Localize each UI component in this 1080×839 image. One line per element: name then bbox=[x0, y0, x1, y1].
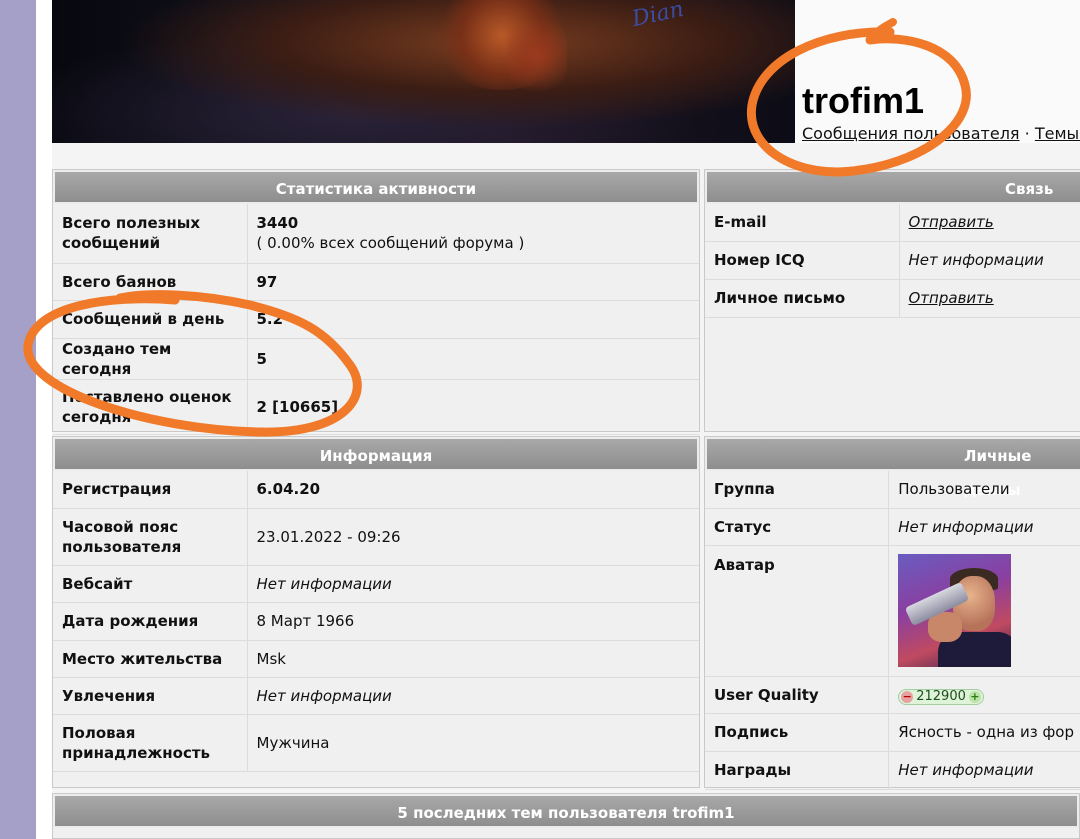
row-value: 97 bbox=[247, 263, 699, 301]
row-label: Создано тем сегодня bbox=[53, 338, 248, 380]
row-value: 3440( 0.00% всех сообщений форума ) bbox=[247, 204, 699, 264]
email-send-link[interactable]: Отправить bbox=[909, 213, 994, 231]
row-value: Нет информации bbox=[888, 751, 1080, 790]
table-row: Награды Нет информации bbox=[705, 751, 1080, 790]
table-row: Место жительства Msk bbox=[53, 640, 699, 678]
user-quality-badge: − 212900 + bbox=[898, 688, 984, 705]
table-row: Поставлено оценок сегодня 2 [10665] bbox=[53, 379, 699, 435]
total-posts-share: ( 0.00% всех сообщений форума ) bbox=[256, 234, 525, 253]
personal-panel-title: Личные данны bbox=[705, 437, 1080, 499]
activity-table: Всего полезных сообщений 3440( 0.00% все… bbox=[53, 204, 699, 435]
row-value: 5.2 bbox=[247, 300, 699, 339]
row-label: Номер ICQ bbox=[705, 241, 900, 280]
row-value: 2 [10665] bbox=[247, 379, 699, 435]
vote-minus-icon[interactable]: − bbox=[901, 690, 914, 703]
private-message-link[interactable]: Отправить bbox=[909, 289, 994, 307]
contact-panel-title: Связь bbox=[705, 170, 1080, 204]
table-row: Сообщений в день 5.2 bbox=[53, 300, 699, 339]
row-value: − 212900 + bbox=[888, 676, 1080, 714]
row-value: Мужчина bbox=[247, 714, 699, 772]
row-label: Подпись bbox=[705, 713, 890, 752]
user-posts-link[interactable]: Сообщения пользователя bbox=[802, 124, 1020, 143]
user-quality-value: 212900 bbox=[916, 688, 966, 704]
banner-signature: Dian bbox=[629, 0, 686, 33]
row-value: Отправить bbox=[899, 204, 1080, 242]
info-panel: Информация Регистрация 6.04.20 Часовой п… bbox=[52, 436, 700, 788]
recent-topics-panel: 5 последних тем пользователя trofim1 bbox=[52, 793, 1080, 839]
table-row: Всего баянов 97 bbox=[53, 263, 699, 301]
table-row: Регистрация 6.04.20 bbox=[53, 471, 699, 509]
row-value: 23.01.2022 - 09:26 bbox=[247, 508, 699, 566]
row-value: Отправить bbox=[899, 279, 1080, 318]
table-row: Подпись Ясность - одна из фор bbox=[705, 713, 1080, 752]
row-value: 8 Март 1966 bbox=[247, 602, 699, 641]
table-row: Всего полезных сообщений 3440( 0.00% все… bbox=[53, 204, 699, 264]
row-label: Дата рождения bbox=[53, 602, 248, 641]
avatar bbox=[898, 554, 1012, 667]
row-label: Вебсайт bbox=[53, 565, 248, 603]
row-value: Msk bbox=[247, 640, 699, 678]
row-label: Увлечения bbox=[53, 677, 248, 715]
profile-username: trofim1 bbox=[802, 80, 925, 121]
table-row: Увлечения Нет информации bbox=[53, 677, 699, 715]
info-table: Регистрация 6.04.20 Часовой пояс пользов… bbox=[53, 471, 699, 772]
table-row: Группа Пользователи bbox=[705, 471, 1080, 509]
total-posts-value: 3440 bbox=[256, 214, 299, 233]
row-label: Часовой пояс пользователя bbox=[53, 508, 248, 566]
row-value: Ясность - одна из фор bbox=[888, 713, 1080, 752]
table-row: Дата рождения 8 Март 1966 bbox=[53, 602, 699, 641]
row-label: Личное письмо bbox=[705, 279, 900, 318]
row-label: Регистрация bbox=[53, 471, 248, 509]
table-row: User Quality − 212900 + bbox=[705, 676, 1080, 714]
table-row: Половая принадлежность Мужчина bbox=[53, 714, 699, 772]
table-row: Создано тем сегодня 5 bbox=[53, 338, 699, 380]
table-row: Личное письмо Отправить bbox=[705, 279, 1080, 318]
row-value: 5 bbox=[247, 338, 699, 380]
row-value: Нет информации bbox=[888, 508, 1080, 546]
row-label: User Quality bbox=[705, 676, 890, 714]
vote-plus-icon[interactable]: + bbox=[968, 690, 981, 703]
left-gap bbox=[36, 0, 52, 839]
user-topics-link[interactable]: Темы по bbox=[1035, 124, 1080, 143]
row-value: Нет информации bbox=[247, 677, 699, 715]
row-value bbox=[888, 545, 1080, 677]
table-row: Номер ICQ Нет информации bbox=[705, 241, 1080, 280]
table-row: Часовой пояс пользователя 23.01.2022 - 0… bbox=[53, 508, 699, 566]
row-label: Всего полезных сообщений bbox=[53, 204, 248, 264]
contact-table: E-mail Отправить Номер ICQ Нет информаци… bbox=[705, 204, 1080, 318]
table-row: E-mail Отправить bbox=[705, 204, 1080, 242]
row-value: 6.04.20 bbox=[247, 471, 699, 509]
row-value: Нет информации bbox=[899, 241, 1080, 280]
activity-panel: Статистика активности Всего полезных соо… bbox=[52, 169, 700, 435]
table-row: Аватар bbox=[705, 545, 1080, 677]
row-label: Статус bbox=[705, 508, 890, 546]
left-sidebar-strip bbox=[0, 0, 36, 839]
row-label: Сообщений в день bbox=[53, 300, 248, 339]
contact-panel: Связь E-mail Отправить Номер ICQ Нет инф… bbox=[704, 169, 1080, 432]
personal-panel: Личные данны Группа Пользователи Статус … bbox=[704, 436, 1080, 790]
link-separator: · bbox=[1024, 124, 1030, 143]
row-label: Награды bbox=[705, 751, 890, 790]
row-label: Место жительства bbox=[53, 640, 248, 678]
row-label: Аватар bbox=[705, 545, 890, 677]
row-label: E-mail bbox=[705, 204, 900, 242]
user-links: Сообщения пользователя · Темы по bbox=[802, 124, 1080, 143]
row-label: Половая принадлежность bbox=[53, 714, 248, 772]
row-label: Всего баянов bbox=[53, 263, 248, 301]
info-panel-title: Информация bbox=[53, 437, 699, 471]
row-value: Нет информации bbox=[247, 565, 699, 603]
recent-topics-title: 5 последних тем пользователя trofim1 bbox=[53, 794, 1079, 828]
table-row: Статус Нет информации bbox=[705, 508, 1080, 546]
table-row: Вебсайт Нет информации bbox=[53, 565, 699, 603]
activity-panel-title: Статистика активности bbox=[53, 170, 699, 204]
row-label: Группа bbox=[705, 471, 890, 509]
personal-table: Группа Пользователи Статус Нет информаци… bbox=[705, 471, 1080, 790]
profile-banner-image: Dian bbox=[52, 0, 795, 143]
row-label: Поставлено оценок сегодня bbox=[53, 379, 248, 435]
